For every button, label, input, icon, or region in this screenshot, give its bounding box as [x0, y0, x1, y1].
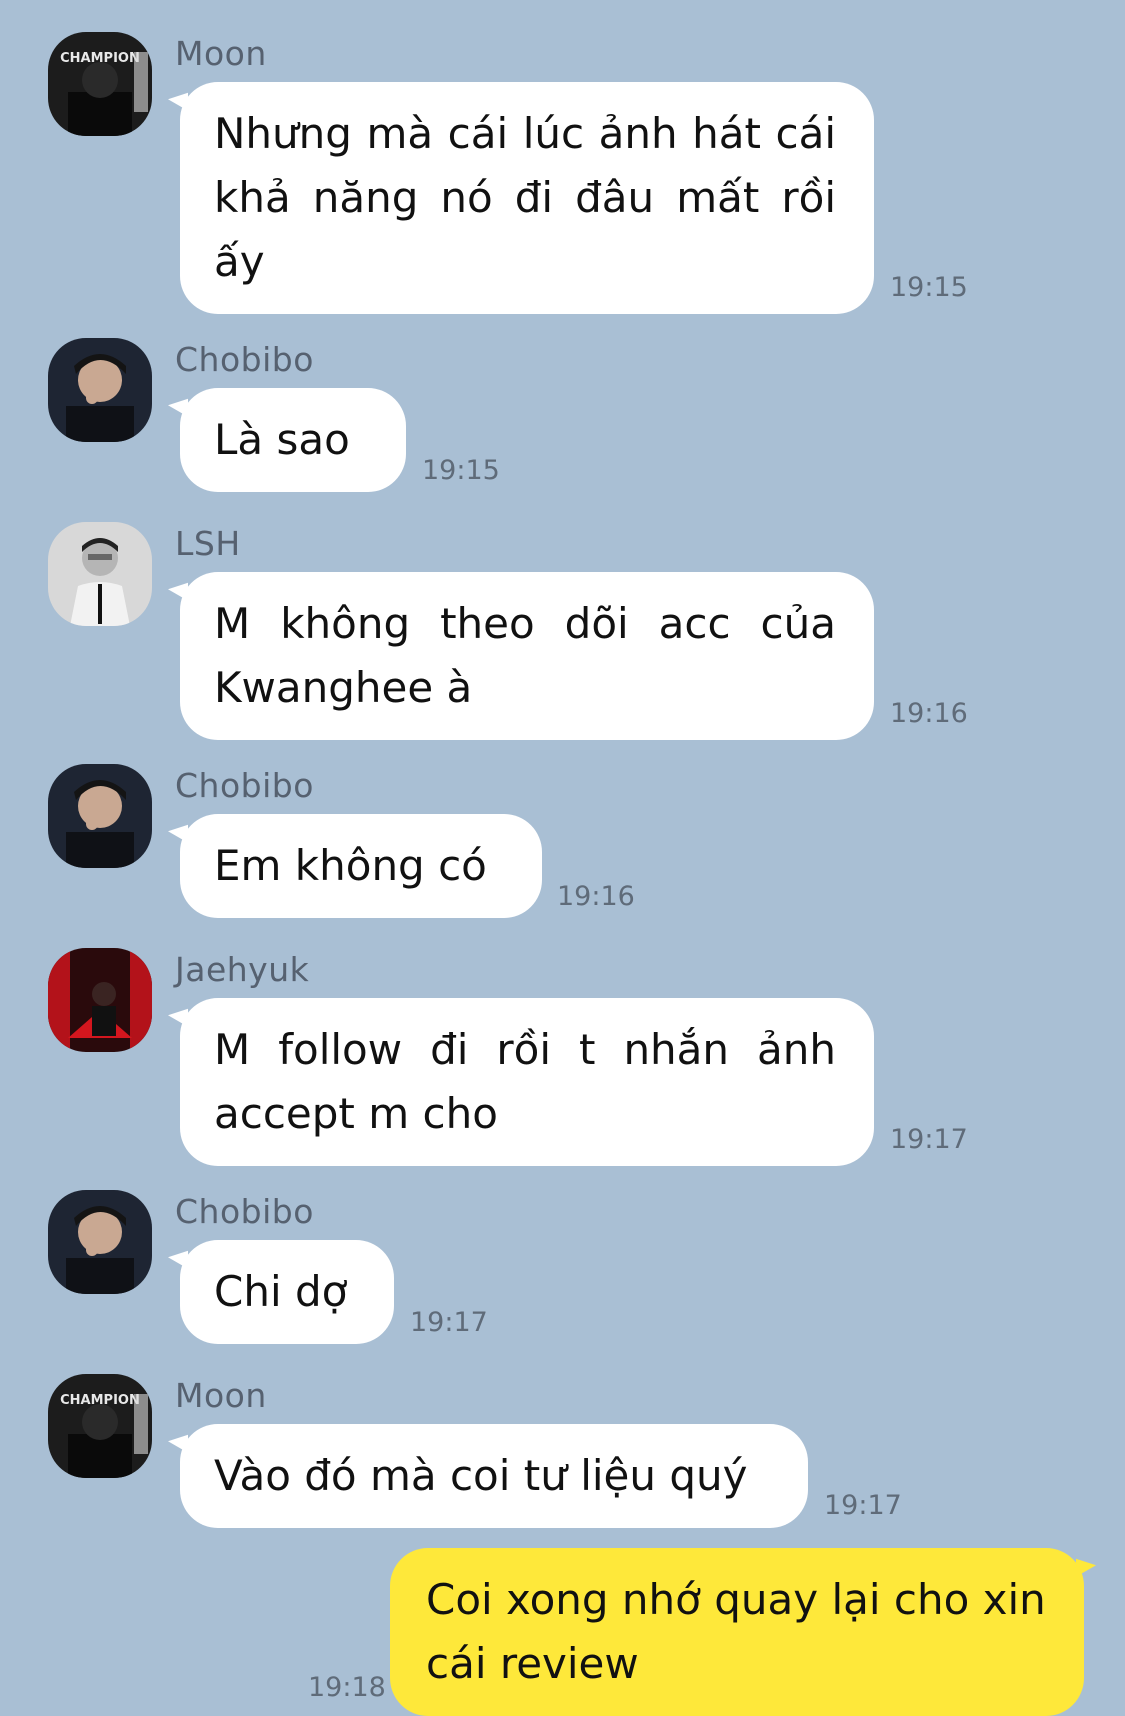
sender-name: Jaehyuk: [175, 950, 310, 989]
avatar-chobibo-image: [48, 764, 152, 868]
avatar-chobibo-image: [48, 1190, 152, 1294]
avatar-jaehyuk[interactable]: [48, 948, 152, 1052]
avatar-jaehyuk-image: [48, 948, 152, 1052]
message-bubble[interactable]: Vào đó mà coi tư liệu quý: [180, 1424, 808, 1528]
message-bubble[interactable]: Em không có: [180, 814, 542, 918]
chat-message-list[interactable]: CHAMPION Moon Nhưng mà cái lúc ảnh hát c…: [0, 0, 1125, 1716]
avatar-moon[interactable]: CHAMPION: [48, 32, 152, 136]
avatar-chobibo-image: [48, 338, 152, 442]
avatar-chobibo[interactable]: [48, 338, 152, 442]
sender-name: Chobibo: [175, 1192, 314, 1231]
message-time: 19:16: [557, 881, 635, 912]
message-bubble[interactable]: Nhưng mà cái lúc ảnh hát cái khả năng nó…: [180, 82, 874, 314]
message-bubble[interactable]: Chi dợ: [180, 1240, 394, 1344]
sender-name: Moon: [175, 1376, 267, 1415]
message-time: 19:17: [824, 1490, 902, 1521]
sender-name: Chobibo: [175, 766, 314, 805]
avatar-moon[interactable]: CHAMPION: [48, 1374, 152, 1478]
message-time: 19:17: [890, 1124, 968, 1155]
message-time: 19:15: [422, 455, 500, 486]
svg-text:CHAMPION: CHAMPION: [60, 1393, 140, 1408]
message-bubble-outgoing[interactable]: Coi xong nhớ quay lại cho xin cái review: [390, 1548, 1084, 1716]
message-time: 19:17: [410, 1307, 488, 1338]
avatar-lsh[interactable]: [48, 522, 152, 626]
message-bubble[interactable]: M không theo dõi acc của Kwanghee à: [180, 572, 874, 740]
svg-text:CHAMPION: CHAMPION: [60, 51, 140, 66]
avatar-lsh-image: [48, 522, 152, 626]
avatar-moon-image: CHAMPION: [48, 1374, 152, 1478]
sender-name: Chobibo: [175, 340, 314, 379]
avatar-chobibo[interactable]: [48, 1190, 152, 1294]
message-bubble[interactable]: M follow đi rồi t nhắn ảnh accept m cho: [180, 998, 874, 1166]
message-time: 19:18: [308, 1672, 386, 1703]
message-bubble[interactable]: Là sao: [180, 388, 406, 492]
message-time: 19:16: [890, 698, 968, 729]
avatar-moon-image: CHAMPION: [48, 32, 152, 136]
sender-name: LSH: [175, 524, 241, 563]
message-time: 19:15: [890, 272, 968, 303]
avatar-chobibo[interactable]: [48, 764, 152, 868]
sender-name: Moon: [175, 34, 267, 73]
